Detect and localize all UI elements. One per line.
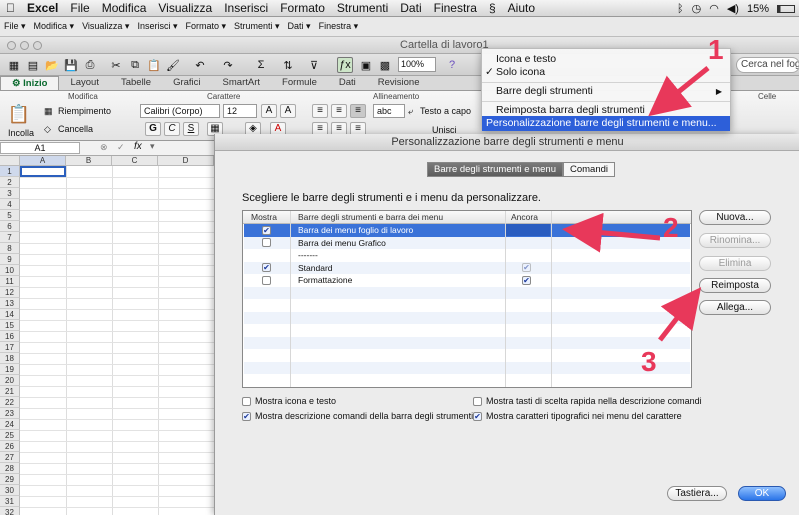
- annotation-arrows: [562, 66, 710, 342]
- annotation-number-3: 3: [641, 346, 657, 377]
- arrow-1: [648, 66, 710, 117]
- annotation-number-2: 2: [663, 212, 679, 243]
- annotation-number-1: 1: [708, 34, 724, 65]
- arrow-2: [562, 212, 661, 253]
- arrow-3: [658, 287, 702, 342]
